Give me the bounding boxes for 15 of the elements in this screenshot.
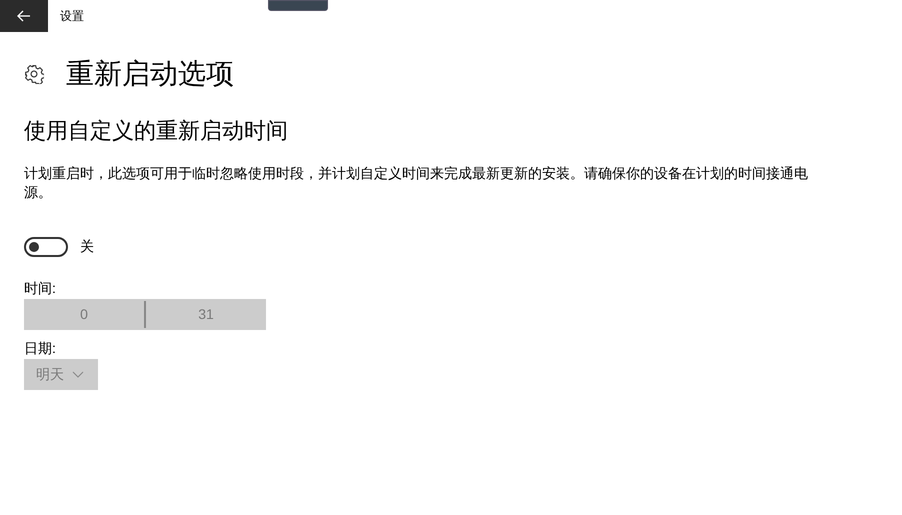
back-button[interactable] bbox=[0, 0, 48, 32]
date-label: 日期: bbox=[24, 339, 57, 357]
description-text: 计划重启时，此选项可用于临时忽略使用时段，并计划自定义时间来完成最新更新的安装。请确保你的设备在计划的时间接通电源。 bbox=[24, 164, 809, 202]
back-arrow-icon bbox=[17, 10, 31, 22]
toggle-switch[interactable] bbox=[24, 236, 68, 256]
gear-icon bbox=[24, 64, 44, 84]
minute-value: 31 bbox=[197, 305, 215, 324]
hour-value: 0 bbox=[79, 305, 89, 324]
time-label: 时间: bbox=[24, 279, 57, 297]
toggle-label: 关 bbox=[80, 237, 94, 256]
chevron-down-icon bbox=[72, 371, 84, 378]
overlay-bar bbox=[268, 0, 328, 11]
section-heading: 使用自定义的重新启动时间 bbox=[24, 117, 289, 145]
window-title: 设置 bbox=[60, 8, 84, 25]
page-title: 重新启动选项 bbox=[66, 57, 234, 91]
